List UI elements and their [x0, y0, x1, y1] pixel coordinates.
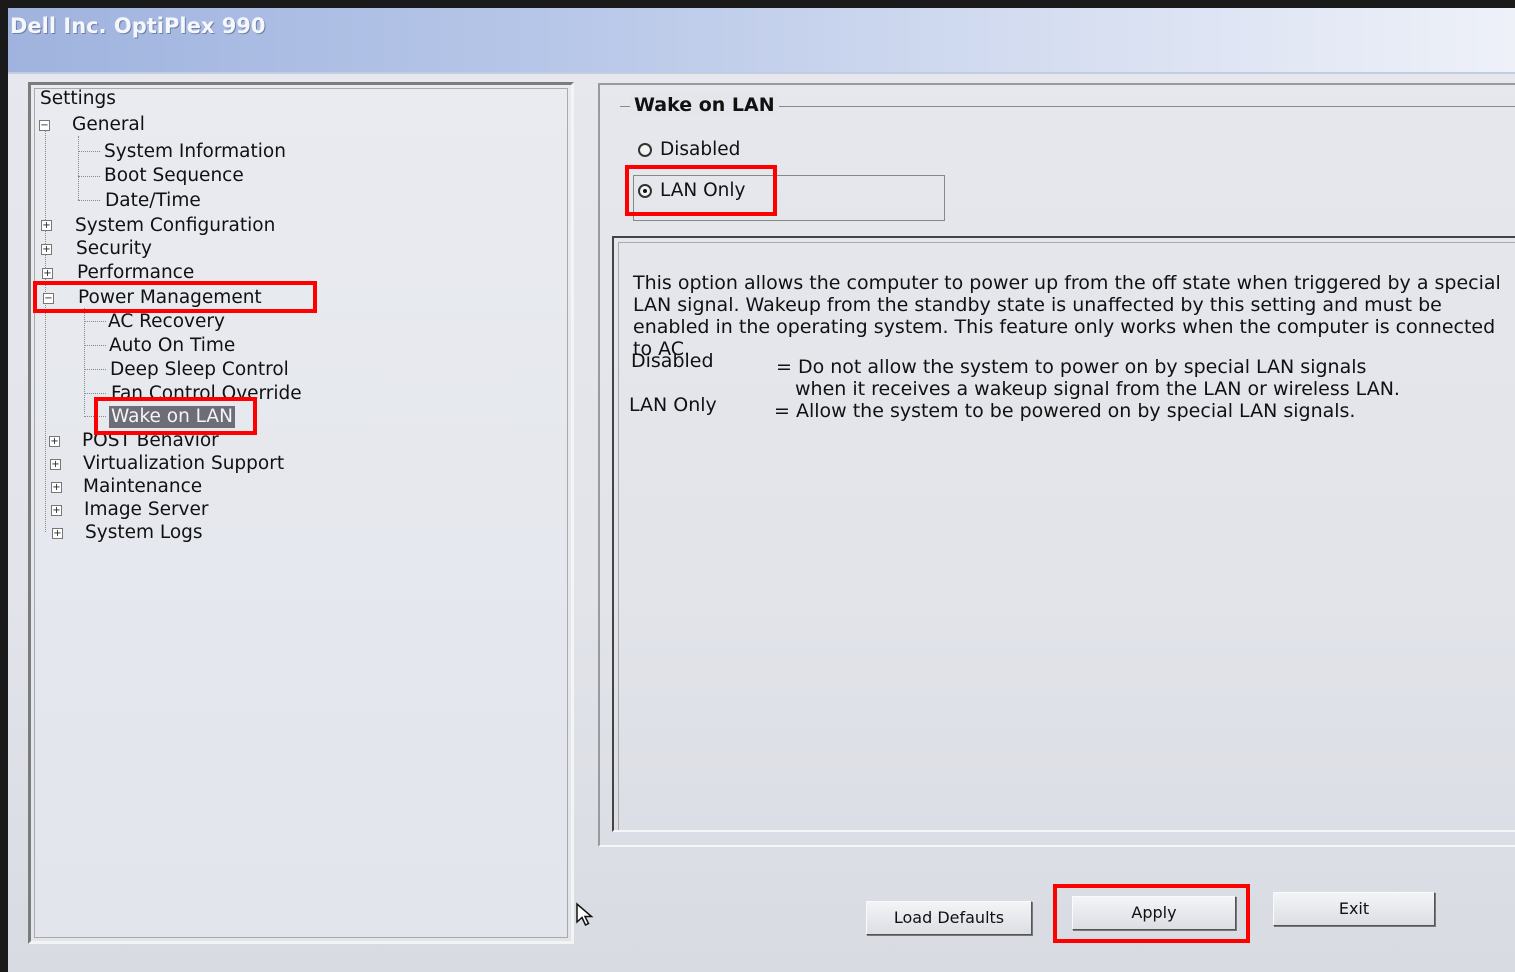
tree-item-deep-sleep-control[interactable]: Deep Sleep Control	[110, 359, 289, 381]
tree-item-power-management[interactable]: Power Management	[78, 287, 262, 309]
apply-button[interactable]: Apply	[1072, 896, 1236, 930]
tree-item-general[interactable]: General	[72, 114, 145, 136]
expand-icon[interactable]: +	[52, 528, 63, 539]
tree-connector	[84, 308, 85, 414]
groupbox-title: Wake on LAN	[630, 94, 779, 116]
definition-text: = Do not allow the system to power on by…	[776, 356, 1367, 378]
tree-connector	[84, 393, 106, 394]
tree-item-image-server[interactable]: Image Server	[84, 499, 209, 521]
tree-item-ac-recovery[interactable]: AC Recovery	[108, 311, 225, 333]
definition-term: Disabled	[631, 350, 714, 372]
expand-icon[interactable]: +	[41, 244, 52, 255]
load-defaults-button[interactable]: Load Defaults	[866, 901, 1032, 935]
tree-connector	[78, 151, 100, 152]
tree-item-post-behavior[interactable]: POST Behavior	[82, 430, 219, 452]
description-text: This option allows the computer to power…	[633, 272, 1501, 360]
tree-connector	[84, 321, 106, 322]
tree-connector	[84, 369, 106, 370]
expand-icon[interactable]: +	[51, 505, 62, 516]
tree-item-system-logs[interactable]: System Logs	[85, 522, 203, 544]
radio-icon[interactable]	[638, 143, 652, 157]
definition-text: when it receives a wakeup signal from th…	[795, 378, 1400, 400]
tree-item-boot-sequence[interactable]: Boot Sequence	[104, 165, 244, 187]
tree-connector	[78, 200, 100, 201]
collapse-icon[interactable]: −	[43, 293, 54, 304]
definition-text: = Allow the system to be powered on by s…	[774, 400, 1356, 422]
window-title: Dell Inc. OptiPlex 990	[10, 14, 266, 38]
tree-connector	[45, 128, 46, 532]
tree-item-maintenance[interactable]: Maintenance	[83, 476, 202, 498]
collapse-icon[interactable]: −	[39, 120, 50, 131]
expand-icon[interactable]: +	[51, 482, 62, 493]
tree-item-fan-control-override[interactable]: Fan Control Override	[111, 383, 302, 405]
exit-button[interactable]: Exit	[1273, 892, 1435, 926]
tree-connector	[78, 176, 100, 177]
definition-term: LAN Only	[629, 394, 717, 416]
tree-root-settings: Settings	[40, 88, 116, 109]
tree-item-system-configuration[interactable]: System Configuration	[75, 215, 275, 237]
tree-item-security[interactable]: Security	[76, 238, 152, 260]
bios-screen: Dell Inc. OptiPlex 990 Settings − Genera…	[8, 8, 1515, 972]
expand-icon[interactable]: +	[50, 459, 61, 470]
title-bar: Dell Inc. OptiPlex 990	[8, 8, 1515, 74]
mouse-pointer-icon	[576, 902, 594, 927]
expand-icon[interactable]: +	[41, 220, 52, 231]
radio-lan-only[interactable]: LAN Only	[638, 180, 745, 201]
tree-item-wake-on-lan[interactable]: Wake on LAN	[109, 406, 235, 428]
tree-connector	[84, 345, 106, 346]
tree-item-auto-on-time[interactable]: Auto On Time	[109, 335, 235, 357]
expand-icon[interactable]: +	[42, 268, 53, 279]
tree-item-performance[interactable]: Performance	[77, 262, 194, 284]
radio-selected-icon[interactable]	[638, 184, 652, 198]
expand-icon[interactable]: +	[49, 436, 60, 447]
radio-disabled[interactable]: Disabled	[638, 139, 740, 160]
tree-item-virtualization-support[interactable]: Virtualization Support	[83, 453, 284, 475]
tree-item-system-information[interactable]: System Information	[104, 141, 286, 163]
tree-item-date-time[interactable]: Date/Time	[105, 190, 201, 212]
tree-connector	[78, 136, 79, 200]
tree-connector	[84, 416, 106, 417]
radio-label: Disabled	[660, 139, 741, 160]
radio-label: LAN Only	[660, 180, 746, 201]
